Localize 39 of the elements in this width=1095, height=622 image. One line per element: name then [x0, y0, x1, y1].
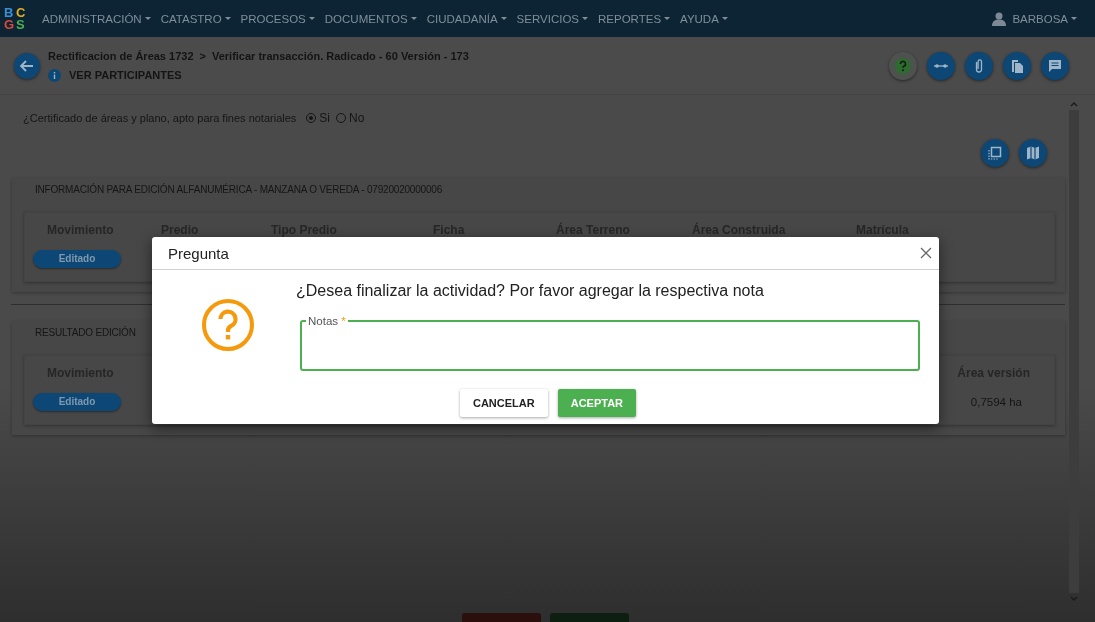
scroll-down-icon	[1070, 596, 1078, 602]
user-icon	[992, 11, 1007, 26]
dialog-message: ¿Desea finalizar la actividad? Por favor agregar la respectiva nota	[296, 282, 765, 300]
nav-menu-item[interactable]: DOCUMENTOS	[324, 12, 417, 25]
user-menu[interactable]: BARBOSA	[992, 11, 1077, 26]
notes-button[interactable]	[1041, 51, 1069, 80]
breadcrumb-separator: >	[199, 49, 206, 62]
connect-button[interactable]	[927, 51, 955, 80]
cancel-button[interactable]: CANCELAR	[459, 389, 548, 417]
help-icon	[895, 57, 911, 74]
status-badge: Editado	[33, 393, 121, 411]
scrollbar[interactable]	[1068, 101, 1080, 602]
selection-icon	[987, 145, 1003, 161]
back-arrow-icon	[20, 59, 34, 72]
nav-menu-item[interactable]: PROCESOS	[240, 12, 315, 25]
connected-dots-icon	[933, 62, 949, 69]
attachment-button[interactable]	[965, 51, 993, 80]
nav-menu-item[interactable]: CATASTRO	[160, 12, 231, 25]
question-icon	[201, 298, 255, 352]
chat-list-icon	[1047, 57, 1063, 74]
selection-button[interactable]	[981, 139, 1009, 167]
back-button[interactable]	[14, 52, 40, 79]
documents-icon	[1009, 57, 1025, 74]
status-badge: Editado	[33, 250, 121, 268]
nav-menu-item[interactable]: ADMINISTRACIÓN	[42, 12, 151, 25]
close-icon[interactable]	[920, 247, 932, 259]
scroll-up-icon	[1070, 101, 1078, 107]
info-icon	[48, 68, 61, 82]
nav-menu-item[interactable]: SERVICIOS	[516, 12, 588, 25]
copy-button[interactable]	[1003, 51, 1031, 80]
nav-menu-item[interactable]: REPORTES	[598, 12, 671, 25]
accept-button[interactable]: ACEPTAR	[557, 389, 637, 417]
notes-field[interactable]: Notas *	[300, 314, 920, 371]
nav-menu-item[interactable]: CIUDADANÍA	[426, 12, 507, 25]
dialog-title: Pregunta	[168, 244, 229, 262]
nav-menu-item[interactable]: AYUDA	[680, 12, 728, 25]
map-button[interactable]	[1019, 139, 1047, 167]
logo: BCGS	[4, 6, 27, 31]
map-icon	[1025, 145, 1041, 161]
